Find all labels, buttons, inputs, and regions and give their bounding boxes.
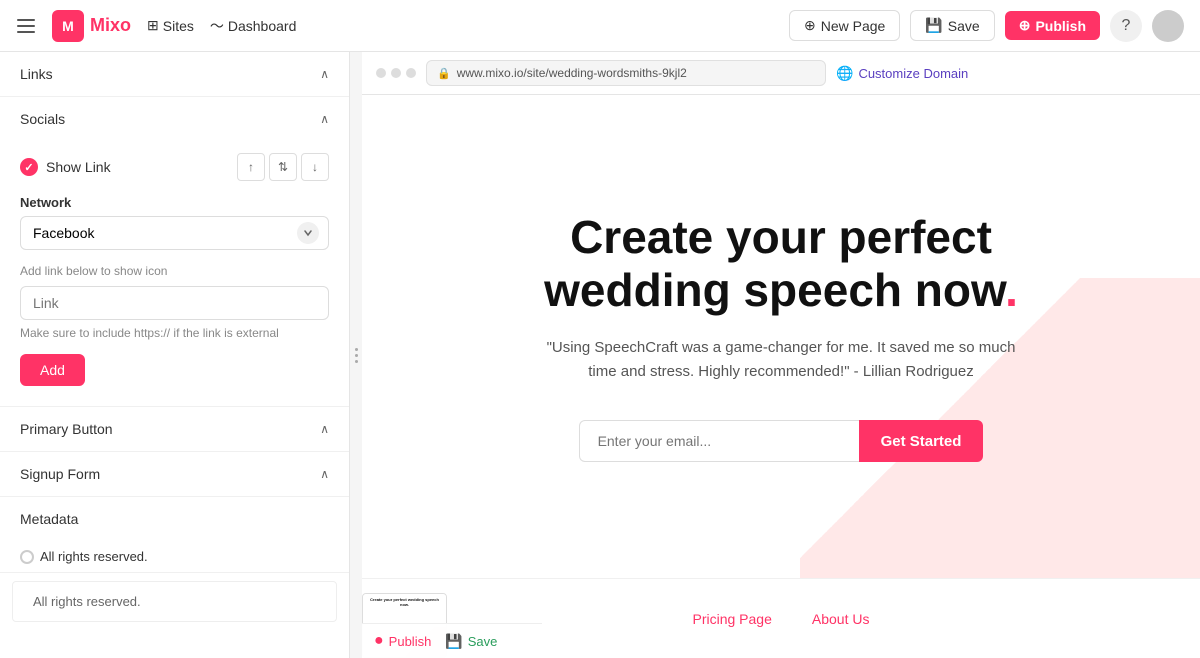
new-page-button[interactable]: ⊕ New Page bbox=[789, 10, 900, 41]
links-chevron-icon: ∧ bbox=[320, 67, 329, 81]
app-logo[interactable]: M Mixo bbox=[52, 10, 131, 42]
about-us-link[interactable]: About Us bbox=[812, 611, 870, 627]
hero-cta: Get Started bbox=[579, 420, 984, 462]
bottom-publish-button[interactable]: ● Publish bbox=[374, 632, 431, 650]
metadata-section: Metadata All rights reserved. bbox=[0, 497, 349, 573]
add-social-button[interactable]: Add bbox=[20, 354, 85, 386]
socials-expanded: Show Link ↑ ⇅ ↓ Network Facebook Twitter… bbox=[0, 141, 349, 406]
order-controls: ↑ ⇅ ↓ bbox=[237, 153, 329, 181]
browser-url-bar[interactable]: 🔒 www.mixo.io/site/wedding-wordsmiths-9k… bbox=[426, 60, 826, 86]
signup-form-chevron-icon: ∧ bbox=[320, 467, 329, 481]
socials-section-header[interactable]: Socials ∧ bbox=[0, 97, 349, 141]
link-hint: Make sure to include https:// if the lin… bbox=[20, 326, 329, 340]
network-select[interactable]: Facebook Twitter Instagram LinkedIn YouT… bbox=[20, 216, 329, 250]
nav-sites-link[interactable]: ⊞ Sites bbox=[147, 17, 194, 34]
nav-left: M Mixo ⊞ Sites 〜 Dashboard bbox=[16, 10, 296, 42]
add-link-hint: Add link below to show icon bbox=[20, 264, 329, 278]
signup-form-section-header[interactable]: Signup Form ∧ bbox=[0, 452, 349, 496]
move-down-button[interactable]: ↓ bbox=[301, 153, 329, 181]
socials-section: Socials ∧ Show Link ↑ ⇅ ↓ Network bbox=[0, 97, 349, 407]
all-rights-input: All rights reserved. bbox=[12, 581, 337, 622]
metadata-section-header[interactable]: Metadata bbox=[0, 497, 349, 541]
publish-button[interactable]: ⊕ Publish bbox=[1005, 11, 1100, 40]
bottom-publish-icon: ● bbox=[374, 632, 384, 650]
metadata-content: All rights reserved. bbox=[0, 541, 349, 572]
show-link-row: Show Link ↑ ⇅ ↓ bbox=[20, 153, 329, 181]
nav-dashboard-link[interactable]: 〜 Dashboard bbox=[210, 16, 297, 36]
move-up-button[interactable]: ↑ bbox=[237, 153, 265, 181]
browser-dot-yellow bbox=[391, 68, 401, 78]
pricing-page-link[interactable]: Pricing Page bbox=[693, 611, 772, 627]
save-button[interactable]: 💾 Save bbox=[910, 10, 994, 41]
help-button[interactable]: ? bbox=[1110, 10, 1142, 42]
preview-content: Create your perfect wedding speech now. … bbox=[362, 95, 1200, 658]
lock-icon: 🔒 bbox=[437, 67, 451, 80]
email-input[interactable] bbox=[579, 420, 859, 462]
show-link-left: Show Link bbox=[20, 158, 111, 176]
socials-chevron-icon: ∧ bbox=[320, 112, 329, 126]
sites-icon: ⊞ bbox=[147, 17, 159, 34]
link-input[interactable] bbox=[20, 286, 329, 320]
browser-dot-red bbox=[376, 68, 386, 78]
primary-button-section: Primary Button ∧ bbox=[0, 407, 349, 452]
top-nav: M Mixo ⊞ Sites 〜 Dashboard ⊕ New Page 💾 … bbox=[0, 0, 1200, 52]
dashboard-icon: 〜 bbox=[210, 16, 224, 36]
bottom-bar: ● Publish 💾 Save bbox=[362, 623, 542, 658]
logo-icon: M bbox=[52, 10, 84, 42]
preview-area: 🔒 www.mixo.io/site/wedding-wordsmiths-9k… bbox=[362, 52, 1200, 658]
primary-button-chevron-icon: ∧ bbox=[320, 422, 329, 436]
get-started-button[interactable]: Get Started bbox=[859, 420, 984, 462]
globe-icon: 🌐 bbox=[836, 65, 853, 82]
network-label: Network bbox=[20, 195, 329, 210]
hamburger-icon[interactable] bbox=[16, 16, 36, 36]
main-layout: Links ∧ Socials ∧ Show Link ↑ ⇅ bbox=[0, 52, 1200, 658]
show-link-checkbox[interactable] bbox=[20, 158, 38, 176]
nav-right: ⊕ New Page 💾 Save ⊕ Publish ? bbox=[789, 10, 1184, 42]
publish-plus-icon: ⊕ bbox=[1019, 17, 1031, 34]
browser-dot-green bbox=[406, 68, 416, 78]
drag-handle-dots bbox=[355, 348, 358, 363]
network-select-wrap: Facebook Twitter Instagram LinkedIn YouT… bbox=[20, 216, 329, 250]
bottom-save-button[interactable]: 💾 Save bbox=[445, 633, 497, 650]
hero-section: Create your perfect wedding speech now. … bbox=[362, 95, 1200, 578]
plus-icon: ⊕ bbox=[804, 17, 816, 34]
preview-toolbar: 🔒 www.mixo.io/site/wedding-wordsmiths-9k… bbox=[362, 52, 1200, 95]
links-section-header[interactable]: Links ∧ bbox=[0, 52, 349, 96]
browser-dots bbox=[376, 68, 416, 78]
hero-title: Create your perfect wedding speech now. bbox=[544, 211, 1018, 317]
hero-quote: "Using SpeechCraft was a game-changer fo… bbox=[541, 336, 1021, 384]
reorder-button[interactable]: ⇅ bbox=[269, 153, 297, 181]
radio-icon[interactable] bbox=[20, 550, 34, 564]
all-rights-radio[interactable]: All rights reserved. bbox=[20, 549, 329, 564]
resize-handle[interactable] bbox=[350, 52, 362, 658]
primary-button-section-header[interactable]: Primary Button ∧ bbox=[0, 407, 349, 451]
sidebar: Links ∧ Socials ∧ Show Link ↑ ⇅ bbox=[0, 52, 350, 658]
links-section: Links ∧ bbox=[0, 52, 349, 97]
customize-domain-button[interactable]: 🌐 Customize Domain bbox=[836, 65, 968, 82]
preview-frame: Create your perfect wedding speech now. … bbox=[362, 95, 1200, 658]
save-icon: 💾 bbox=[925, 17, 942, 34]
signup-form-section: Signup Form ∧ bbox=[0, 452, 349, 497]
bottom-save-icon: 💾 bbox=[445, 633, 462, 650]
user-avatar[interactable] bbox=[1152, 10, 1184, 42]
